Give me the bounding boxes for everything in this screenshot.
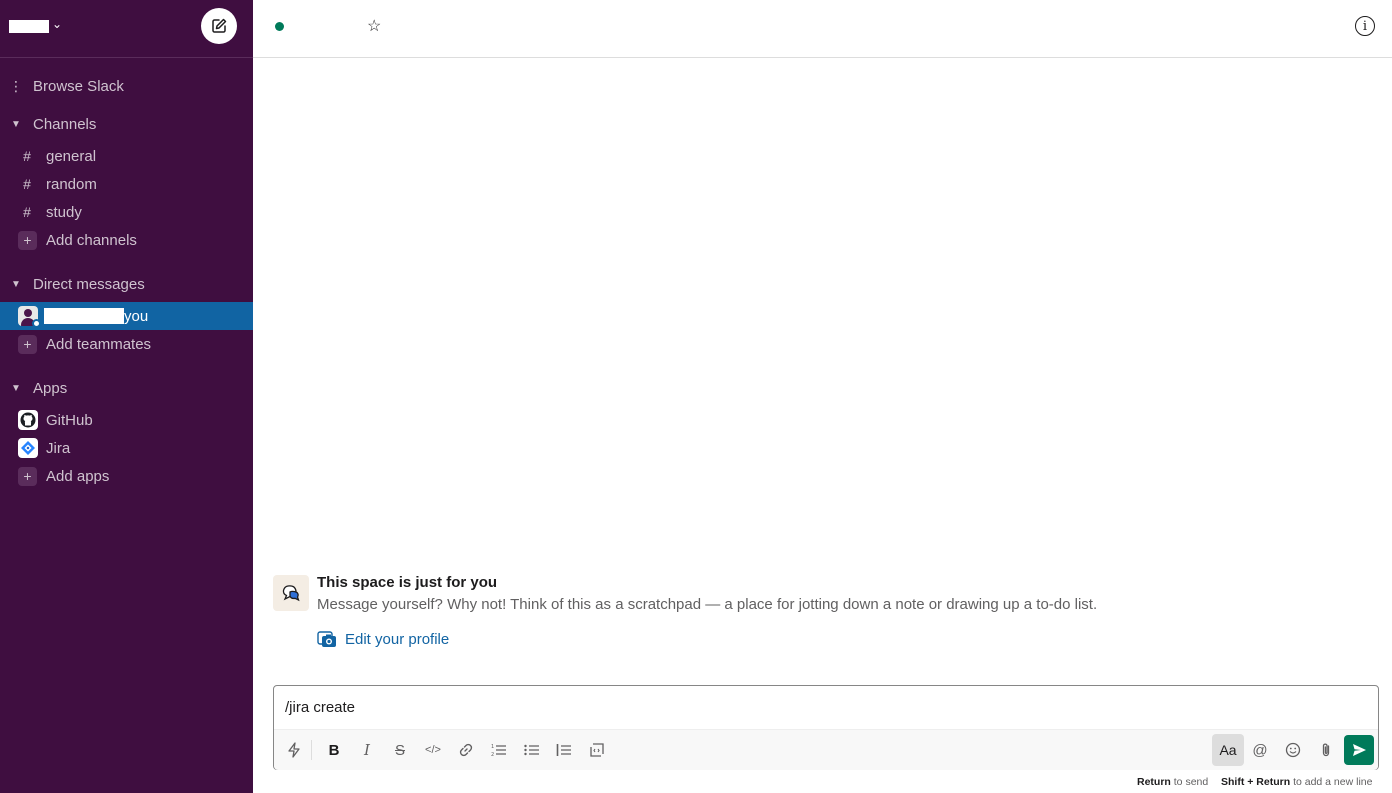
ordered-list-icon[interactable]: 12 xyxy=(485,736,513,764)
chevron-down-icon[interactable]: ⌄ xyxy=(52,17,62,31)
formatting-toggle-button[interactable]: Aa xyxy=(1212,734,1244,766)
blockquote-icon[interactable] xyxy=(550,736,578,764)
code-icon[interactable]: </> xyxy=(419,736,447,764)
more-vertical-icon: ⋮ xyxy=(9,77,23,94)
return-action-label: to send xyxy=(1173,776,1209,788)
apps-header-label: Apps xyxy=(33,379,68,397)
add-apps-button[interactable]: + Add apps xyxy=(0,462,253,490)
channel-label: random xyxy=(46,175,97,193)
shortcuts-lightning-icon[interactable] xyxy=(280,736,308,764)
app-label: GitHub xyxy=(46,411,93,429)
dm-header-label: Direct messages xyxy=(33,275,145,293)
dm-section-header[interactable]: ▼ Direct messages xyxy=(0,270,253,298)
hash-icon: # xyxy=(23,176,31,192)
emoji-icon[interactable] xyxy=(1279,736,1307,764)
add-teammates-label: Add teammates xyxy=(46,335,152,353)
strikethrough-icon[interactable]: S xyxy=(386,736,414,764)
add-channels-label: Add channels xyxy=(46,231,137,249)
sidebar-item-random[interactable]: # random xyxy=(0,170,253,198)
apps-section-header[interactable]: ▼ Apps xyxy=(0,374,253,402)
svg-text:1: 1 xyxy=(491,744,494,750)
svg-text:2: 2 xyxy=(491,752,494,757)
send-icon xyxy=(1353,744,1366,756)
compose-button[interactable] xyxy=(201,8,237,44)
username-redacted xyxy=(44,308,124,324)
bold-icon[interactable]: B xyxy=(320,736,348,764)
return-key-label: Return xyxy=(1137,776,1171,788)
presence-indicator xyxy=(32,319,41,328)
formatting-toolbar: B I S </> 12 Aa @ xyxy=(274,729,1378,770)
add-apps-label: Add apps xyxy=(46,467,110,485)
slack-app: ⌄ ⋮ Browse Slack ▼ Channels # general # … xyxy=(0,0,1392,793)
hash-icon: # xyxy=(23,204,31,220)
channel-header: ☆ i xyxy=(253,0,1392,58)
shift-return-action-label: to add a new line xyxy=(1293,776,1373,788)
camera-icon xyxy=(317,631,336,647)
app-label: Jira xyxy=(46,439,71,457)
compose-icon xyxy=(212,18,227,33)
italic-icon[interactable]: I xyxy=(353,736,381,764)
caret-down-icon[interactable]: ▼ xyxy=(8,279,24,290)
github-icon xyxy=(18,410,38,430)
sidebar-item-github[interactable]: GitHub xyxy=(0,406,253,434)
intro-description: Message yourself? Why not! Think of this… xyxy=(317,596,1098,613)
sidebar-item-study[interactable]: # study xyxy=(0,198,253,226)
presence-indicator xyxy=(275,22,284,31)
plus-icon: + xyxy=(18,466,37,486)
caret-down-icon[interactable]: ▼ xyxy=(8,383,24,394)
plus-icon: + xyxy=(18,334,37,354)
toolbar-divider xyxy=(311,740,312,760)
bulleted-list-icon[interactable] xyxy=(518,736,546,764)
channels-section-header[interactable]: ▼ Channels xyxy=(0,110,253,138)
browse-slack-label: Browse Slack xyxy=(33,77,124,95)
message-input[interactable]: /jira create xyxy=(285,699,355,716)
message-composer[interactable]: /jira create B I S </> 12 Aa @ xyxy=(273,685,1379,770)
add-teammates-button[interactable]: + Add teammates xyxy=(0,330,253,358)
channels-header-label: Channels xyxy=(33,115,97,133)
shift-return-key-label: Shift + Return xyxy=(1221,776,1291,788)
edit-profile-label: Edit your profile xyxy=(345,630,450,648)
hash-icon: # xyxy=(23,148,31,164)
mention-icon[interactable]: @ xyxy=(1246,736,1274,764)
attachment-icon[interactable] xyxy=(1312,736,1340,764)
main-panel: ☆ i This space is just for you Message y… xyxy=(253,0,1392,793)
speech-bubbles-icon xyxy=(273,575,309,611)
sidebar-item-jira[interactable]: Jira xyxy=(0,434,253,462)
edit-profile-link[interactable]: Edit your profile xyxy=(317,630,449,648)
plus-icon: + xyxy=(18,230,37,250)
intro-title: This space is just for you xyxy=(317,574,498,591)
browse-slack[interactable]: ⋮ Browse Slack xyxy=(0,72,253,100)
sidebar-item-dm-self[interactable]: you xyxy=(0,302,253,330)
add-channels-button[interactable]: + Add channels xyxy=(0,226,253,254)
code-block-icon[interactable] xyxy=(583,736,611,764)
caret-down-icon[interactable]: ▼ xyxy=(8,119,24,130)
return-hint: Return to send xyxy=(1137,776,1208,788)
shift-return-hint: Shift + Return to add a new line xyxy=(1221,776,1372,788)
sidebar: ⌄ ⋮ Browse Slack ▼ Channels # general # … xyxy=(0,0,253,793)
send-button[interactable] xyxy=(1344,735,1374,765)
channel-label: study xyxy=(46,203,82,221)
workspace-header: ⌄ xyxy=(0,0,253,58)
link-icon[interactable] xyxy=(452,736,480,764)
sidebar-item-general[interactable]: # general xyxy=(0,142,253,170)
channel-label: general xyxy=(46,147,97,165)
jira-icon xyxy=(18,438,38,458)
star-icon[interactable]: ☆ xyxy=(367,16,381,36)
dm-self-suffix: you xyxy=(124,307,149,325)
workspace-name-redacted[interactable] xyxy=(9,20,49,33)
info-icon[interactable]: i xyxy=(1355,16,1375,36)
